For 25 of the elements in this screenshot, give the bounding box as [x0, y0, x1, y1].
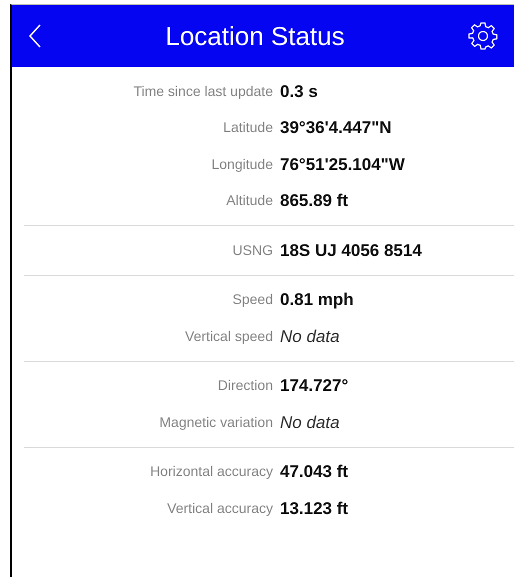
- field-label: USNG: [232, 242, 273, 258]
- field-value: 174.727°: [280, 375, 348, 397]
- field-value: 13.123 ft: [280, 498, 348, 520]
- field-label: Speed: [232, 291, 273, 308]
- field-value: 39°36'4.447"N: [280, 117, 392, 139]
- settings-icon[interactable]: [468, 21, 498, 51]
- field-label: Direction: [218, 377, 273, 394]
- field-value: 18S UJ 4056 8514: [280, 240, 422, 262]
- field-label: Altitude: [226, 192, 273, 208]
- field-label: Vertical accuracy: [167, 500, 273, 516]
- field-value: 76°51'25.104"W: [280, 154, 405, 176]
- field-label: Time since last update: [133, 82, 273, 99]
- field-value: 47.043 ft: [280, 461, 348, 483]
- field-value: 0.81 mph: [280, 289, 354, 311]
- no-data-text: No data: [280, 412, 340, 434]
- no-data-text: No data: [280, 326, 340, 348]
- field-label: Magnetic variation: [159, 414, 273, 430]
- field-label: Latitude: [223, 119, 273, 136]
- field-value: 865.89 ft: [280, 190, 348, 212]
- field-label: Horizontal accuracy: [150, 463, 273, 480]
- screen-title: Location Status: [165, 20, 345, 52]
- field-value: 0.3 s: [280, 80, 318, 102]
- field-label: Longitude: [211, 156, 273, 172]
- back-icon[interactable]: [28, 23, 42, 49]
- field-label: Vertical speed: [185, 328, 273, 344]
